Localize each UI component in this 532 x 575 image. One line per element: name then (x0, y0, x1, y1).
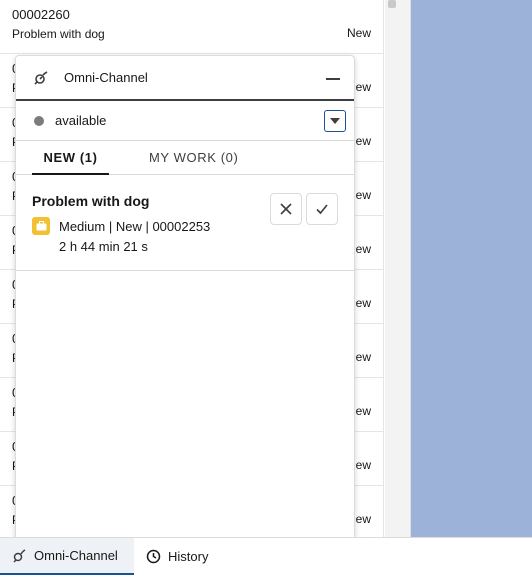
presence-status: available (55, 113, 107, 128)
case-icon (32, 217, 50, 235)
omni-channel-panel: Omni-Channel available NEW (1) MY WORK (… (15, 55, 355, 537)
case-number: 00002260 (12, 7, 70, 22)
scrollbar-track[interactable] (385, 0, 411, 537)
chevron-down-icon (330, 117, 340, 124)
omni-channel-header: Omni-Channel (16, 56, 354, 101)
checkmark-icon (316, 204, 328, 215)
omni-channel-title: Omni-Channel (64, 70, 148, 85)
omni-tabs: NEW (1) MY WORK (0) (16, 141, 354, 175)
work-item-timer: 2 h 44 min 21 s (59, 239, 148, 254)
case-row[interactable]: 00002260 Problem with dog New (0, 0, 383, 54)
utility-bar: Omni-Channel History (0, 537, 532, 575)
work-item-detail: Medium | New | 00002253 (59, 218, 211, 234)
utility-omni-channel[interactable]: Omni-Channel (0, 538, 134, 575)
tab-new[interactable]: NEW (1) (32, 141, 109, 175)
status-dropdown-button[interactable] (324, 109, 346, 132)
case-status: New (346, 26, 371, 40)
omni-channel-icon (13, 549, 26, 563)
minimize-button[interactable] (326, 70, 340, 80)
status-dot-icon (34, 115, 44, 126)
omni-channel-icon (34, 70, 48, 85)
clock-icon (146, 549, 161, 564)
utility-history-label: History (168, 549, 209, 564)
presence-status-row: available (16, 101, 354, 141)
work-item[interactable]: Problem with dog Medium | New | 00002253… (16, 175, 354, 271)
scrollbar-thumb[interactable] (388, 0, 396, 8)
utility-history[interactable]: History (134, 538, 220, 575)
close-icon (280, 203, 292, 215)
side-panel (411, 0, 532, 537)
tab-my-work[interactable]: MY WORK (0) (149, 141, 238, 174)
case-subject: Problem with dog (12, 27, 105, 41)
utility-omni-label: Omni-Channel (34, 548, 118, 563)
accept-button[interactable] (306, 193, 338, 225)
decline-button[interactable] (270, 193, 302, 225)
